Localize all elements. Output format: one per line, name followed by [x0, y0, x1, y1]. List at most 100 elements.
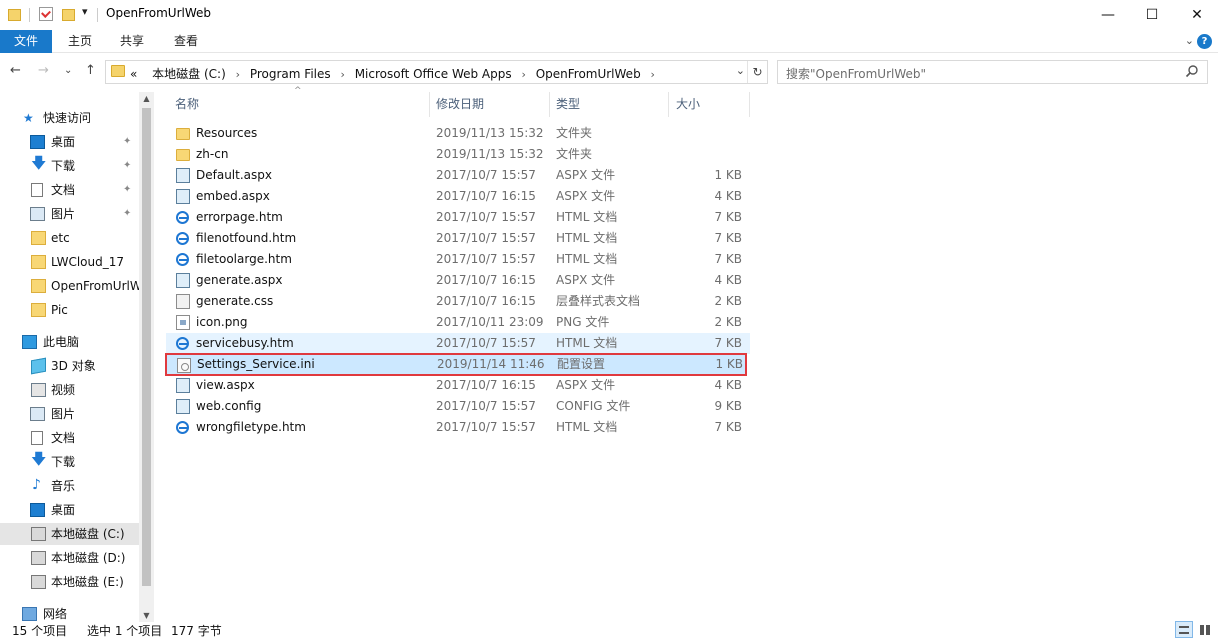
file-row[interactable]: Resources 2019/11/13 15:32 文件夹 — [166, 123, 750, 144]
search-input[interactable]: 搜索"OpenFromUrlWeb" — [777, 60, 1208, 84]
sidebar-item-videos[interactable]: 视频 — [0, 379, 139, 401]
file-row[interactable]: view.aspx 2017/10/7 16:15 ASPX 文件 4 KB — [166, 375, 750, 396]
sidebar-item-drive-e[interactable]: 本地磁盘 (E:) — [0, 571, 139, 593]
column-header-name[interactable]: 名称 — [175, 92, 425, 117]
breadcrumb-overflow[interactable]: « — [130, 67, 137, 81]
breadcrumb-separator[interactable]: › — [521, 68, 525, 81]
scroll-down-icon[interactable]: ▼ — [139, 611, 154, 620]
search-placeholder: 搜索"OpenFromUrlWeb" — [786, 67, 927, 81]
breadcrumb-item[interactable]: 本地磁盘 (C:) — [152, 67, 226, 81]
sidebar-item-pictures[interactable]: 图片 ✦ — [0, 203, 139, 225]
breadcrumb-item[interactable]: OpenFromUrlWeb — [536, 67, 641, 81]
refresh-icon[interactable]: ↻ — [747, 61, 767, 83]
details-view-button[interactable] — [1175, 621, 1193, 638]
close-button[interactable]: ✕ — [1174, 0, 1218, 30]
tab-share[interactable]: 共享 — [110, 30, 154, 53]
search-icon[interactable] — [1185, 64, 1199, 82]
sidebar-item-desktop-pc[interactable]: 桌面 — [0, 499, 139, 521]
column-header-date[interactable]: 修改日期 — [436, 92, 546, 117]
sidebar-item-etc[interactable]: etc — [0, 227, 139, 249]
star-icon: ★ — [23, 111, 34, 125]
column-divider[interactable] — [668, 92, 669, 117]
file-name: servicebusy.htm — [196, 336, 294, 350]
back-button[interactable]: ← — [10, 63, 21, 78]
file-name: web.config — [196, 399, 262, 413]
sidebar-item-documents[interactable]: 文档 ✦ — [0, 179, 139, 201]
scroll-up-icon[interactable]: ▲ — [139, 94, 154, 103]
file-date: 2017/10/7 15:57 — [436, 399, 536, 413]
large-icons-view-button[interactable] — [1196, 621, 1214, 638]
pin-icon: ✦ — [123, 208, 132, 219]
sidebar-item-lwcloud[interactable]: LWCloud_17 — [0, 251, 139, 273]
folder-icon — [111, 65, 125, 77]
sidebar-item-downloads-pc[interactable]: 🡇 下载 — [0, 451, 139, 473]
file-row[interactable]: filetoolarge.htm 2017/10/7 15:57 HTML 文档 7 … — [166, 249, 750, 270]
column-header-type[interactable]: 类型 — [556, 92, 666, 117]
new-folder-icon[interactable] — [62, 9, 75, 21]
sidebar-item-documents-pc[interactable]: 文档 — [0, 427, 139, 449]
sidebar-item-music[interactable]: ♪ 音乐 — [0, 475, 139, 497]
file-size: 7 KB — [714, 420, 742, 434]
file-row[interactable]: web.config 2017/10/7 15:57 CONFIG 文件 9 KB — [166, 396, 750, 417]
up-button[interactable]: ↑ — [85, 63, 96, 78]
sidebar-item-pictures-pc[interactable]: 图片 — [0, 403, 139, 425]
network-icon — [22, 607, 37, 621]
forward-button[interactable]: → — [38, 63, 49, 78]
sidebar-item-drive-d[interactable]: 本地磁盘 (D:) — [0, 547, 139, 569]
sidebar-item-openfromurlweb[interactable]: OpenFromUrlW — [0, 275, 139, 297]
breadcrumb-separator[interactable]: › — [236, 68, 240, 81]
file-row[interactable]: generate.aspx 2017/10/7 16:15 ASPX 文件 4 KB — [166, 270, 750, 291]
sidebar-quick-access[interactable]: ★ 快速访问 — [0, 107, 139, 129]
tab-view[interactable]: 查看 — [164, 30, 208, 53]
maximize-button[interactable]: ☐ — [1129, 0, 1175, 30]
column-divider[interactable] — [429, 92, 430, 117]
tab-home[interactable]: 主页 — [58, 30, 102, 53]
breadcrumb-separator[interactable]: › — [340, 68, 344, 81]
file-row[interactable]: Settings_Service.ini 2019/11/14 11:46 配置设置… — [165, 353, 747, 376]
file-type: ASPX 文件 — [556, 168, 616, 182]
title-bar: ▾ OpenFromUrlWeb — ☐ ✕ — [0, 0, 1218, 30]
scrollbar-thumb[interactable] — [142, 108, 151, 586]
sidebar-this-pc[interactable]: 此电脑 — [0, 331, 139, 353]
file-row[interactable]: icon.png 2017/10/11 23:09 PNG 文件 2 KB — [166, 312, 750, 333]
sidebar-item-drive-c[interactable]: 本地磁盘 (C:) — [0, 523, 139, 545]
file-date: 2017/10/7 15:57 — [436, 252, 536, 266]
address-bar[interactable]: « 本地磁盘 (C:) › Program Files › Microsoft … — [105, 60, 768, 84]
quick-access-dropdown[interactable]: ▾ — [82, 5, 88, 18]
selection-count: 选中 1 个项目 — [87, 624, 163, 638]
sidebar-item-label: LWCloud_17 — [51, 255, 124, 269]
help-icon[interactable]: ? — [1197, 34, 1212, 49]
folder-icon — [31, 303, 46, 317]
sidebar-item-pic[interactable]: Pic — [0, 299, 139, 321]
column-divider[interactable] — [749, 92, 750, 117]
sidebar-scrollbar[interactable]: ▲ ▼ — [139, 92, 154, 622]
file-row[interactable]: generate.css 2017/10/7 16:15 层叠样式表文档 2 KB — [166, 291, 750, 312]
file-row[interactable]: zh-cn 2019/11/13 15:32 文件夹 — [166, 144, 750, 165]
file-row[interactable]: wrongfiletype.htm 2017/10/7 15:57 HTML 文档 7… — [166, 417, 750, 438]
file-row[interactable]: Default.aspx 2017/10/7 15:57 ASPX 文件 1 KB — [166, 165, 750, 186]
sidebar-item-downloads[interactable]: 🡇 下载 ✦ — [0, 155, 139, 177]
address-dropdown-icon[interactable]: ⌄ — [736, 64, 745, 77]
recent-locations-button[interactable]: ⌄ — [64, 65, 72, 76]
breadcrumb-item[interactable]: Microsoft Office Web Apps — [355, 67, 512, 81]
file-row[interactable]: servicebusy.htm 2017/10/7 15:57 HTML 文档 7 K… — [166, 333, 750, 354]
aspx-file-icon — [176, 168, 190, 183]
minimize-button[interactable]: — — [1085, 0, 1131, 30]
properties-icon[interactable] — [39, 7, 53, 21]
sidebar-item-label: 3D 对象 — [51, 359, 96, 373]
breadcrumb-separator[interactable]: › — [651, 68, 655, 81]
file-name: embed.aspx — [196, 189, 270, 203]
tab-file[interactable]: 文件 — [0, 30, 52, 53]
file-name: filenotfound.htm — [196, 231, 297, 245]
column-header-size[interactable]: 大小 — [676, 92, 746, 117]
file-row[interactable]: embed.aspx 2017/10/7 16:15 ASPX 文件 4 KB — [166, 186, 750, 207]
sidebar-item-3d-objects[interactable]: 3D 对象 — [0, 355, 139, 377]
ribbon-expand-icon[interactable]: ⌄ — [1185, 34, 1194, 47]
file-row[interactable]: filenotfound.htm 2017/10/7 15:57 HTML 文档 7 … — [166, 228, 750, 249]
breadcrumb-item[interactable]: Program Files — [250, 67, 331, 81]
file-row[interactable]: errorpage.htm 2017/10/7 15:57 HTML 文档 7 KB — [166, 207, 750, 228]
file-name: Settings_Service.ini — [197, 357, 315, 371]
sidebar-item-desktop[interactable]: 桌面 ✦ — [0, 131, 139, 153]
file-date: 2017/10/7 15:57 — [436, 168, 536, 182]
column-divider[interactable] — [549, 92, 550, 117]
